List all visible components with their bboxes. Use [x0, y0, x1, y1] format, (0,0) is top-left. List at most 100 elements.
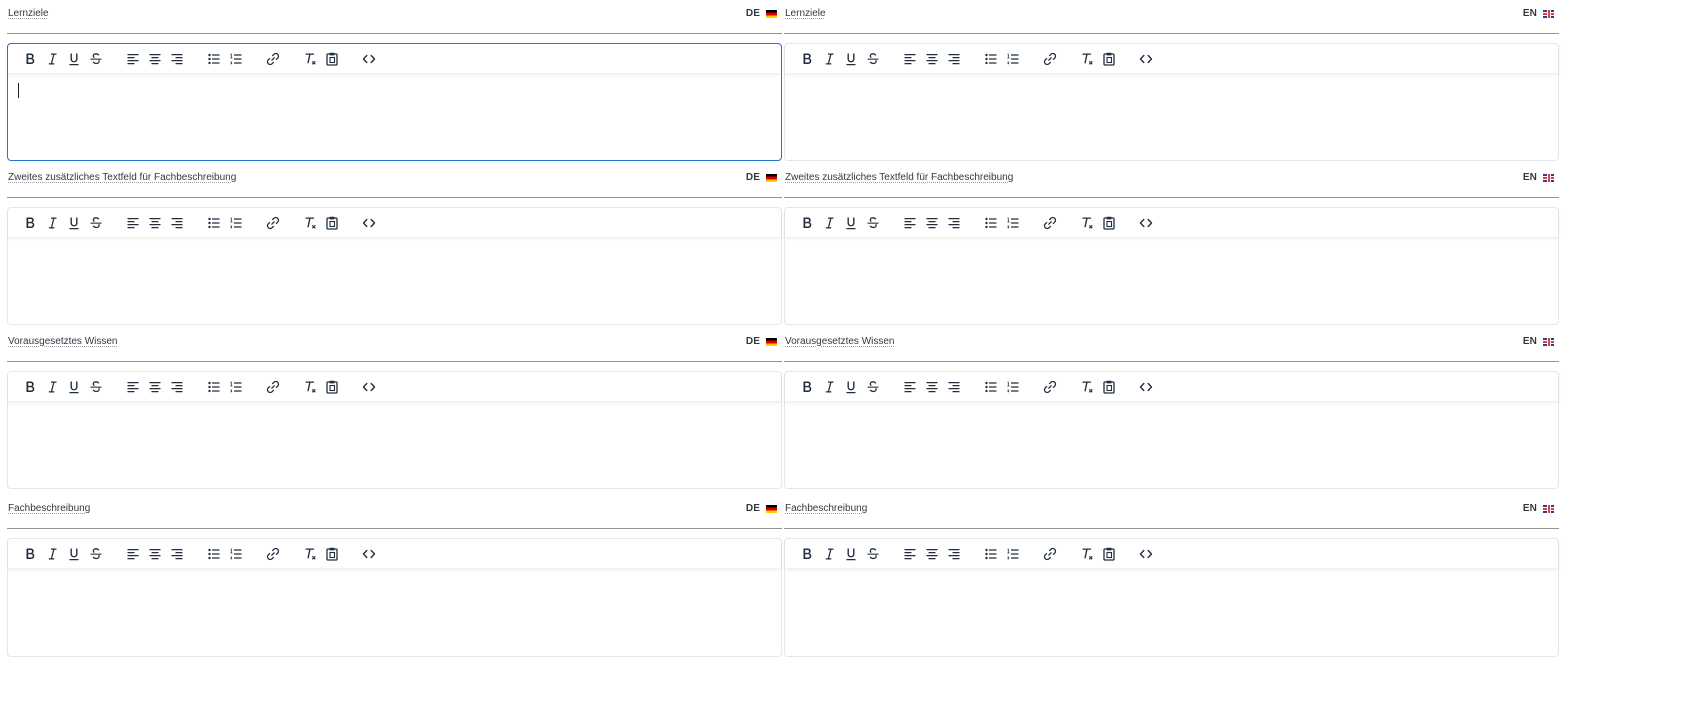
- italic-button[interactable]: [818, 543, 840, 565]
- link-button[interactable]: [262, 376, 284, 398]
- italic-button[interactable]: [818, 48, 840, 70]
- editor-content-area[interactable]: [8, 401, 781, 488]
- bullet-list-button[interactable]: [980, 543, 1002, 565]
- align-center-button[interactable]: [144, 212, 166, 234]
- link-button[interactable]: [1039, 212, 1061, 234]
- align-right-button[interactable]: [166, 543, 188, 565]
- bullet-list-button[interactable]: [980, 48, 1002, 70]
- bullet-list-button[interactable]: [203, 212, 225, 234]
- numbered-list-button[interactable]: [225, 376, 247, 398]
- underline-button[interactable]: [840, 48, 862, 70]
- bullet-list-button[interactable]: [980, 212, 1002, 234]
- align-right-button[interactable]: [943, 212, 965, 234]
- clear-formatting-button[interactable]: [1076, 48, 1098, 70]
- align-left-button[interactable]: [899, 212, 921, 234]
- align-left-button[interactable]: [122, 212, 144, 234]
- paste-button[interactable]: [1098, 543, 1120, 565]
- paste-button[interactable]: [321, 376, 343, 398]
- paste-button[interactable]: [321, 48, 343, 70]
- underline-button[interactable]: [840, 376, 862, 398]
- strikethrough-button[interactable]: [862, 543, 884, 565]
- align-left-button[interactable]: [899, 48, 921, 70]
- numbered-list-button[interactable]: [1002, 376, 1024, 398]
- link-button[interactable]: [1039, 48, 1061, 70]
- align-center-button[interactable]: [921, 212, 943, 234]
- bullet-list-button[interactable]: [980, 376, 1002, 398]
- source-code-button[interactable]: [358, 543, 380, 565]
- editor-content-area[interactable]: [785, 237, 1558, 324]
- bullet-list-button[interactable]: [203, 376, 225, 398]
- underline-button[interactable]: [63, 212, 85, 234]
- align-right-button[interactable]: [943, 543, 965, 565]
- strikethrough-button[interactable]: [862, 376, 884, 398]
- bold-button[interactable]: [796, 543, 818, 565]
- underline-button[interactable]: [840, 543, 862, 565]
- numbered-list-button[interactable]: [225, 212, 247, 234]
- italic-button[interactable]: [818, 212, 840, 234]
- align-center-button[interactable]: [921, 543, 943, 565]
- bold-button[interactable]: [19, 48, 41, 70]
- align-left-button[interactable]: [122, 48, 144, 70]
- paste-button[interactable]: [321, 543, 343, 565]
- clear-formatting-button[interactable]: [1076, 376, 1098, 398]
- link-button[interactable]: [1039, 376, 1061, 398]
- strikethrough-button[interactable]: [862, 212, 884, 234]
- bold-button[interactable]: [796, 212, 818, 234]
- underline-button[interactable]: [63, 543, 85, 565]
- numbered-list-button[interactable]: [225, 48, 247, 70]
- underline-button[interactable]: [840, 212, 862, 234]
- clear-formatting-button[interactable]: [299, 376, 321, 398]
- bullet-list-button[interactable]: [203, 543, 225, 565]
- strikethrough-button[interactable]: [85, 543, 107, 565]
- link-button[interactable]: [262, 48, 284, 70]
- italic-button[interactable]: [41, 543, 63, 565]
- link-button[interactable]: [262, 543, 284, 565]
- numbered-list-button[interactable]: [225, 543, 247, 565]
- align-center-button[interactable]: [144, 543, 166, 565]
- clear-formatting-button[interactable]: [299, 543, 321, 565]
- align-left-button[interactable]: [122, 376, 144, 398]
- link-button[interactable]: [1039, 543, 1061, 565]
- align-left-button[interactable]: [899, 543, 921, 565]
- bold-button[interactable]: [796, 48, 818, 70]
- strikethrough-button[interactable]: [85, 212, 107, 234]
- clear-formatting-button[interactable]: [1076, 543, 1098, 565]
- link-button[interactable]: [262, 212, 284, 234]
- bold-button[interactable]: [19, 543, 41, 565]
- italic-button[interactable]: [41, 48, 63, 70]
- editor-content-area[interactable]: [785, 73, 1558, 160]
- source-code-button[interactable]: [1135, 48, 1157, 70]
- clear-formatting-button[interactable]: [1076, 212, 1098, 234]
- strikethrough-button[interactable]: [85, 376, 107, 398]
- editor-content-area[interactable]: [8, 237, 781, 324]
- bullet-list-button[interactable]: [203, 48, 225, 70]
- bold-button[interactable]: [19, 212, 41, 234]
- paste-button[interactable]: [321, 212, 343, 234]
- align-right-button[interactable]: [166, 48, 188, 70]
- align-center-button[interactable]: [921, 48, 943, 70]
- editor-content-area[interactable]: [785, 401, 1558, 488]
- italic-button[interactable]: [41, 376, 63, 398]
- underline-button[interactable]: [63, 376, 85, 398]
- numbered-list-button[interactable]: [1002, 212, 1024, 234]
- align-right-button[interactable]: [166, 212, 188, 234]
- source-code-button[interactable]: [358, 376, 380, 398]
- italic-button[interactable]: [818, 376, 840, 398]
- align-left-button[interactable]: [899, 376, 921, 398]
- strikethrough-button[interactable]: [85, 48, 107, 70]
- underline-button[interactable]: [63, 48, 85, 70]
- align-right-button[interactable]: [943, 48, 965, 70]
- paste-button[interactable]: [1098, 376, 1120, 398]
- align-right-button[interactable]: [943, 376, 965, 398]
- paste-button[interactable]: [1098, 48, 1120, 70]
- bold-button[interactable]: [796, 376, 818, 398]
- align-right-button[interactable]: [166, 376, 188, 398]
- bold-button[interactable]: [19, 376, 41, 398]
- numbered-list-button[interactable]: [1002, 48, 1024, 70]
- source-code-button[interactable]: [1135, 543, 1157, 565]
- strikethrough-button[interactable]: [862, 48, 884, 70]
- align-center-button[interactable]: [921, 376, 943, 398]
- italic-button[interactable]: [41, 212, 63, 234]
- align-center-button[interactable]: [144, 376, 166, 398]
- align-center-button[interactable]: [144, 48, 166, 70]
